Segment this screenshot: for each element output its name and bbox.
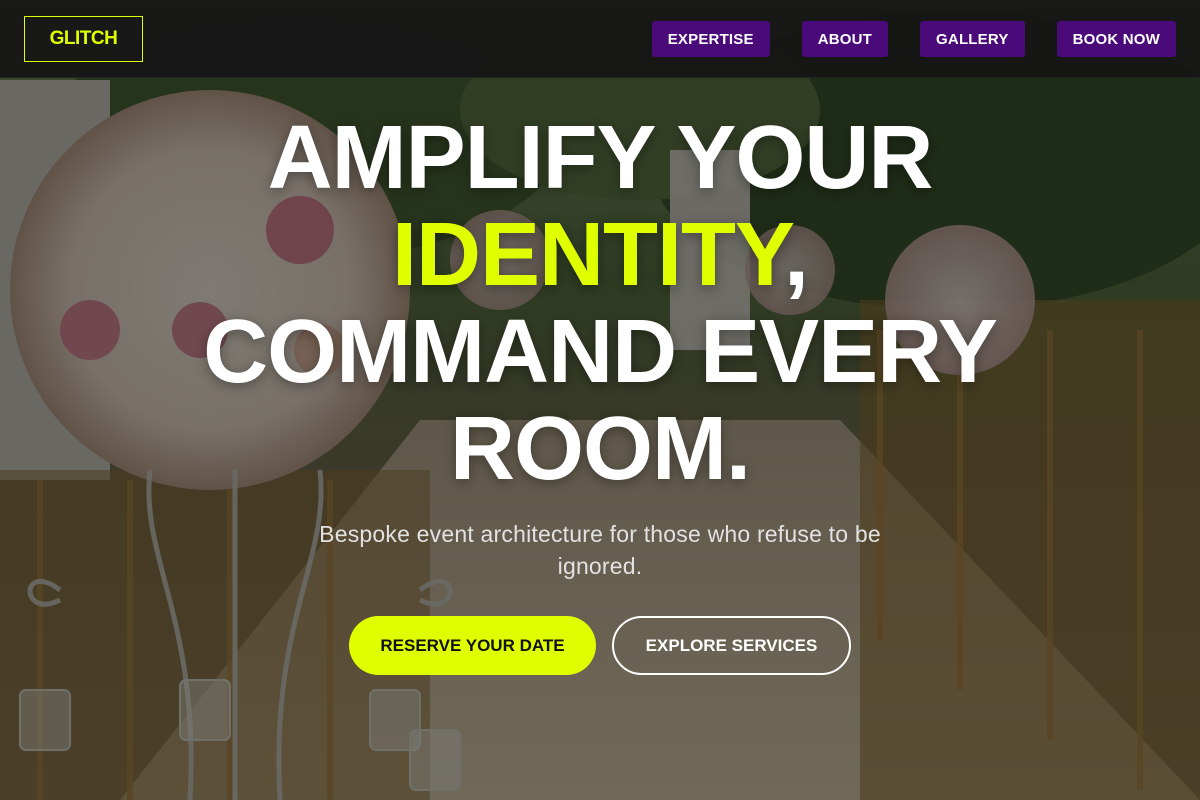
logo[interactable]: GLITCH [24, 16, 143, 62]
headline-line-3: COMMAND EVERY [203, 302, 998, 402]
hero-section: AMPLIFY YOUR IDENTITY, COMMAND EVERY ROO… [0, 110, 1200, 675]
main-nav: EXPERTISE ABOUT GALLERY BOOK NOW [651, 21, 1176, 57]
hero-subtitle: Bespoke event architecture for those who… [319, 521, 881, 579]
nav-expertise-button[interactable]: EXPERTISE [651, 21, 770, 57]
nav-book-now-button[interactable]: BOOK NOW [1056, 21, 1176, 57]
headline-accent-word: IDENTITY [391, 205, 785, 305]
reserve-your-date-button[interactable]: RESERVE YOUR DATE [349, 616, 596, 675]
landing-page: GLITCH EXPERTISE ABOUT GALLERY BOOK NOW … [0, 0, 1200, 800]
nav-gallery-button[interactable]: GALLERY [920, 21, 1025, 57]
hero-headline: AMPLIFY YOUR IDENTITY, COMMAND EVERY ROO… [0, 110, 1200, 498]
headline-line-1: AMPLIFY YOUR [267, 108, 934, 208]
site-header: GLITCH EXPERTISE ABOUT GALLERY BOOK NOW [0, 0, 1200, 78]
nav-about-button[interactable]: ABOUT [801, 21, 889, 57]
explore-services-button[interactable]: EXPLORE SERVICES [612, 616, 851, 675]
headline-line-4: ROOM. [450, 399, 751, 499]
cta-group: RESERVE YOUR DATE EXPLORE SERVICES [0, 616, 1200, 675]
headline-comma: , [784, 205, 809, 305]
